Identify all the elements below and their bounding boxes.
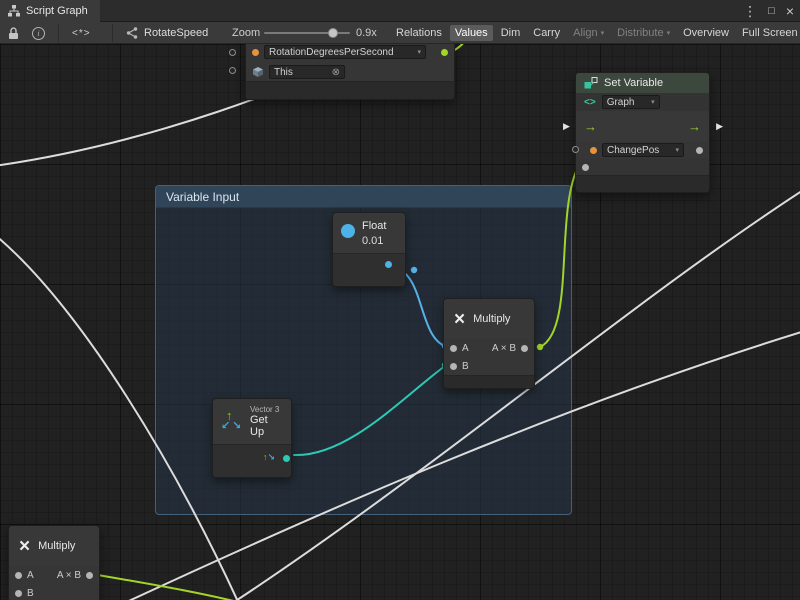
node-get-variable[interactable]: RotationDegreesPerSecond ▾ This ⊗: [245, 44, 455, 100]
menu-icon[interactable]: ⋮: [743, 4, 757, 18]
titlebar: Script Graph ⋮ □ ×: [0, 0, 800, 22]
multiply-icon: ×: [454, 310, 465, 329]
output-port[interactable]: [385, 261, 392, 268]
input-port-a[interactable]: [450, 345, 457, 352]
input-port-b[interactable]: [15, 590, 22, 597]
dim-button[interactable]: Dim: [496, 25, 526, 41]
wire-green-multiply-to-setvariable: [540, 165, 579, 347]
node-footer: [444, 375, 534, 388]
carry-button[interactable]: Carry: [528, 25, 565, 41]
window-controls: ⋮ □ ×: [743, 0, 794, 22]
node-type-label: Vector 3: [250, 405, 283, 414]
wire-flow-4: [228, 187, 800, 600]
input-port-a[interactable]: [15, 572, 22, 579]
node-title: Float: [362, 220, 386, 232]
maximize-icon[interactable]: □: [768, 6, 775, 17]
node-get-up[interactable]: ↑ ↙ ↘ Vector 3 Get Up ↑↘: [212, 398, 292, 478]
toolbar-separator: [58, 24, 59, 42]
set-variable-icon: [584, 77, 598, 89]
overview-button[interactable]: Overview: [678, 25, 734, 41]
values-button[interactable]: Values: [450, 25, 493, 41]
wire-teal-getup-to-multiply-b: [294, 366, 445, 455]
multiply-icon: ×: [19, 537, 30, 556]
variable-name-dot: [252, 49, 259, 56]
zoom-label: Zoom: [232, 22, 260, 44]
toolbar-buttons: Relations Values Dim Carry Align ▾ Distr…: [391, 22, 800, 44]
chevron-down-icon: ▾: [646, 98, 655, 106]
script-graph-icon: [8, 5, 20, 17]
variable-name-dropdown[interactable]: RotationDegreesPerSecond ▾: [264, 45, 426, 59]
relations-button[interactable]: Relations: [391, 25, 447, 41]
vector3-axes-icon: ↑ ↙ ↘: [221, 410, 243, 434]
lock-icon[interactable]: [8, 22, 19, 44]
chevron-down-icon: ▾: [601, 29, 605, 37]
variable-name-dot: [590, 147, 597, 154]
script-graph-window: Script Graph ⋮ □ × i <*>: [0, 0, 800, 600]
variable-kind-dropdown[interactable]: Graph ▾: [602, 95, 660, 109]
align-button[interactable]: Align ▾: [568, 25, 609, 41]
wire-endpoint: [537, 344, 543, 350]
node-footer: [246, 81, 454, 99]
node-title: Multiply: [38, 540, 75, 552]
graph-canvas[interactable]: Variable Input: [0, 44, 800, 600]
chevron-down-icon: ▾: [670, 146, 679, 154]
graph-breadcrumb-icon: [126, 27, 138, 39]
node-set-variable[interactable]: Set Variable <> Graph ▾ ▶ → → ▶ ChangePo…: [575, 72, 710, 193]
graph-name: RotateSpeed: [144, 27, 208, 39]
info-icon[interactable]: i: [32, 22, 45, 44]
variable-name-dropdown[interactable]: ChangePos ▾: [602, 143, 684, 157]
node-footer: [576, 175, 709, 192]
target-field[interactable]: This ⊗: [269, 65, 345, 79]
gameobject-cube-icon: [252, 66, 264, 78]
input-port[interactable]: [572, 146, 579, 153]
toolbar-separator: [112, 24, 113, 42]
chevron-down-icon: ▾: [412, 48, 421, 56]
zoom-slider-handle[interactable]: [328, 28, 338, 38]
code-view-icon[interactable]: <*>: [72, 22, 91, 44]
flow-input-port[interactable]: ▶: [563, 121, 570, 132]
distribute-button[interactable]: Distribute ▾: [612, 25, 675, 41]
float-type-icon: [341, 224, 355, 238]
value-flow-arrow-icon: →: [584, 119, 597, 134]
graph-breadcrumb[interactable]: RotateSpeed: [126, 22, 208, 44]
output-port[interactable]: [283, 455, 290, 462]
output-port[interactable]: [441, 49, 448, 56]
node-multiply-2[interactable]: × Multiply A A × B B: [8, 525, 100, 600]
input-port[interactable]: [229, 67, 236, 74]
output-port[interactable]: [521, 345, 528, 352]
chevron-down-icon: ▾: [667, 29, 671, 37]
remove-target-icon[interactable]: ⊗: [332, 67, 340, 78]
vector3-mini-icon: ↑↘: [263, 451, 275, 463]
flow-output-port[interactable]: ▶: [716, 121, 723, 132]
full-screen-button[interactable]: Full Screen: [737, 25, 800, 41]
value-input-port[interactable]: [582, 164, 589, 171]
tab-label: Script Graph: [26, 5, 88, 17]
node-float[interactable]: Float 0.01: [332, 212, 406, 287]
node-title: Get Up: [250, 414, 283, 438]
node-title: Multiply: [473, 313, 510, 325]
node-multiply[interactable]: × Multiply A A × B B: [443, 298, 535, 389]
input-port[interactable]: [229, 49, 236, 56]
node-title: Set Variable: [604, 77, 663, 89]
tab-script-graph[interactable]: Script Graph: [0, 0, 100, 22]
input-port-b[interactable]: [450, 363, 457, 370]
float-value-field[interactable]: 0.01: [362, 235, 386, 247]
graph-variable-icon: <>: [584, 97, 596, 108]
output-port[interactable]: [696, 147, 703, 154]
close-icon[interactable]: ×: [786, 4, 794, 18]
wire-endpoint: [411, 267, 417, 273]
output-port[interactable]: [86, 572, 93, 579]
value-flow-arrow-icon: →: [688, 119, 701, 134]
zoom-value: 0.9x: [356, 22, 377, 44]
toolbar: i <*> RotateSpeed Zoom 0.9x Relations Va…: [0, 22, 800, 44]
